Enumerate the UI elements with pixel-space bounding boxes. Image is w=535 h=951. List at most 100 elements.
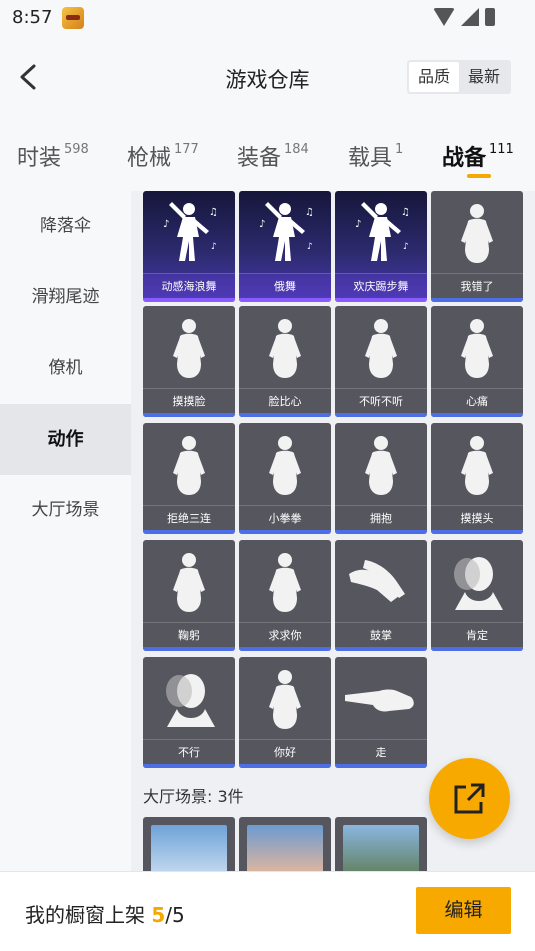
emote-card[interactable]: 小拳拳 <box>239 423 331 534</box>
edit-button[interactable]: 编辑 <box>416 887 511 934</box>
head-icon <box>166 674 215 727</box>
lobby-scene-card[interactable] <box>143 817 235 871</box>
tab-vehicles[interactable]: 载具 1 <box>348 140 403 172</box>
emote-card[interactable]: 不听不听 <box>335 306 427 417</box>
emote-card[interactable]: 脸比心 <box>239 306 331 417</box>
svg-text:♪: ♪ <box>259 219 265 230</box>
showcase-status: 我的橱窗上架 5/5 <box>25 899 185 928</box>
emote-label: 你好 <box>239 739 331 764</box>
lobby-scene-card[interactable] <box>239 817 331 871</box>
showcase-label: 我的橱窗上架 <box>25 903 145 927</box>
emote-card[interactable]: ♪ ♫ ♪ 俄舞 <box>239 191 331 302</box>
svg-text:♫: ♫ <box>401 207 410 218</box>
quality-bar <box>335 413 427 417</box>
emote-label: 鼓掌 <box>335 622 427 647</box>
emote-card[interactable]: 鼓掌 <box>335 540 427 651</box>
emote-card[interactable]: 拥抱 <box>335 423 427 534</box>
emote-label: 我错了 <box>431 273 523 298</box>
quality-bar <box>239 764 331 768</box>
tab-count: 177 <box>174 142 199 157</box>
emote-card[interactable]: 心痛 <box>431 306 523 417</box>
figure-icon <box>269 436 301 495</box>
battery-icon <box>485 8 495 26</box>
svg-text:♪: ♪ <box>403 242 409 252</box>
tab-count: 598 <box>64 142 89 157</box>
figure-icon <box>269 319 301 378</box>
emote-card[interactable]: 走 <box>335 657 427 768</box>
tab-count: 111 <box>489 142 514 157</box>
scene-thumbnail <box>343 825 419 871</box>
emote-card[interactable]: 摸摸头 <box>431 423 523 534</box>
system-icons <box>433 8 495 26</box>
emote-label: 小拳拳 <box>239 505 331 530</box>
emote-label: 鞠躬 <box>143 622 235 647</box>
figure-icon <box>461 204 493 263</box>
category-tabs: 时装 598 枪械 177 装备 184 载具 1 战备 111 <box>0 120 535 191</box>
sort-toggle[interactable]: 品质 最新 <box>407 60 511 94</box>
scene-thumbnail <box>247 825 323 871</box>
emote-label: 心痛 <box>431 388 523 413</box>
emote-card[interactable]: 拒绝三连 <box>143 423 235 534</box>
lobby-section-title: 大厅场景: 3件 <box>143 787 244 806</box>
sidebar-item-emotes[interactable]: 动作 <box>0 404 131 475</box>
tab-fashion[interactable]: 时装 598 <box>17 140 89 172</box>
quality-bar <box>143 298 235 302</box>
svg-text:♪: ♪ <box>163 219 169 230</box>
active-tab-indicator <box>467 174 491 178</box>
emote-card[interactable]: 摸摸脸 <box>143 306 235 417</box>
svg-text:♪: ♪ <box>355 219 361 230</box>
share-button[interactable] <box>429 758 510 839</box>
hands-icon <box>349 560 405 602</box>
dance-figure-icon: ♪ ♫ ♪ <box>355 202 410 261</box>
sidebar-item-glide-trail[interactable]: 滑翔尾迹 <box>0 262 131 333</box>
emote-card[interactable]: ♪ ♫ ♪ 动感海浪舞 <box>143 191 235 302</box>
figure-icon <box>461 436 493 495</box>
sidebar-item-parachute[interactable]: 降落伞 <box>0 191 131 262</box>
figure-icon <box>173 553 205 612</box>
head-icon <box>454 557 503 610</box>
sidebar-item-wingman[interactable]: 僚机 <box>0 333 131 404</box>
tab-equipment[interactable]: 装备 184 <box>237 140 309 172</box>
tab-supplies[interactable]: 战备 111 <box>442 140 514 172</box>
quality-bar <box>431 647 523 651</box>
emote-label: 俄舞 <box>239 273 331 298</box>
quality-bar <box>143 530 235 534</box>
wifi-icon <box>433 8 455 26</box>
emote-card[interactable]: 求求你 <box>239 540 331 651</box>
quality-bar <box>239 298 331 302</box>
showcase-total-count: 5 <box>172 903 185 927</box>
svg-text:♫: ♫ <box>209 207 218 218</box>
tab-label: 战备 <box>442 146 487 171</box>
sort-latest-button[interactable]: 最新 <box>459 62 509 92</box>
emote-card[interactable]: 肯定 <box>431 540 523 651</box>
quality-bar <box>335 530 427 534</box>
emote-label: 脸比心 <box>239 388 331 413</box>
svg-text:♪: ♪ <box>307 242 313 252</box>
emote-label: 欢庆踢步舞 <box>335 273 427 298</box>
dance-figure-icon: ♪ ♫ ♪ <box>163 202 218 261</box>
status-time: 8:57 <box>12 7 53 28</box>
emote-label: 动感海浪舞 <box>143 273 235 298</box>
figure-icon <box>365 319 397 378</box>
quality-bar <box>431 413 523 417</box>
tab-label: 载具 <box>348 146 393 171</box>
lobby-scene-card[interactable] <box>335 817 427 871</box>
quality-bar <box>335 764 427 768</box>
emote-card[interactable]: 你好 <box>239 657 331 768</box>
scene-thumbnail <box>151 825 227 871</box>
quality-bar <box>143 764 235 768</box>
emote-card[interactable]: 鞠躬 <box>143 540 235 651</box>
figure-icon <box>365 436 397 495</box>
quality-bar <box>143 413 235 417</box>
emote-card[interactable]: 不行 <box>143 657 235 768</box>
tab-guns[interactable]: 枪械 177 <box>127 140 199 172</box>
figure-icon <box>173 319 205 378</box>
dance-figure-icon: ♪ ♫ ♪ <box>259 202 314 261</box>
emote-card[interactable]: 我错了 <box>431 191 523 302</box>
quality-bar <box>335 647 427 651</box>
sidebar-item-lobby-scene[interactable]: 大厅场景 <box>0 475 131 546</box>
emote-card[interactable]: ♪ ♫ ♪ 欢庆踢步舞 <box>335 191 427 302</box>
sort-quality-button[interactable]: 品质 <box>409 62 459 92</box>
signal-icon <box>461 8 479 26</box>
emote-label: 拒绝三连 <box>143 505 235 530</box>
